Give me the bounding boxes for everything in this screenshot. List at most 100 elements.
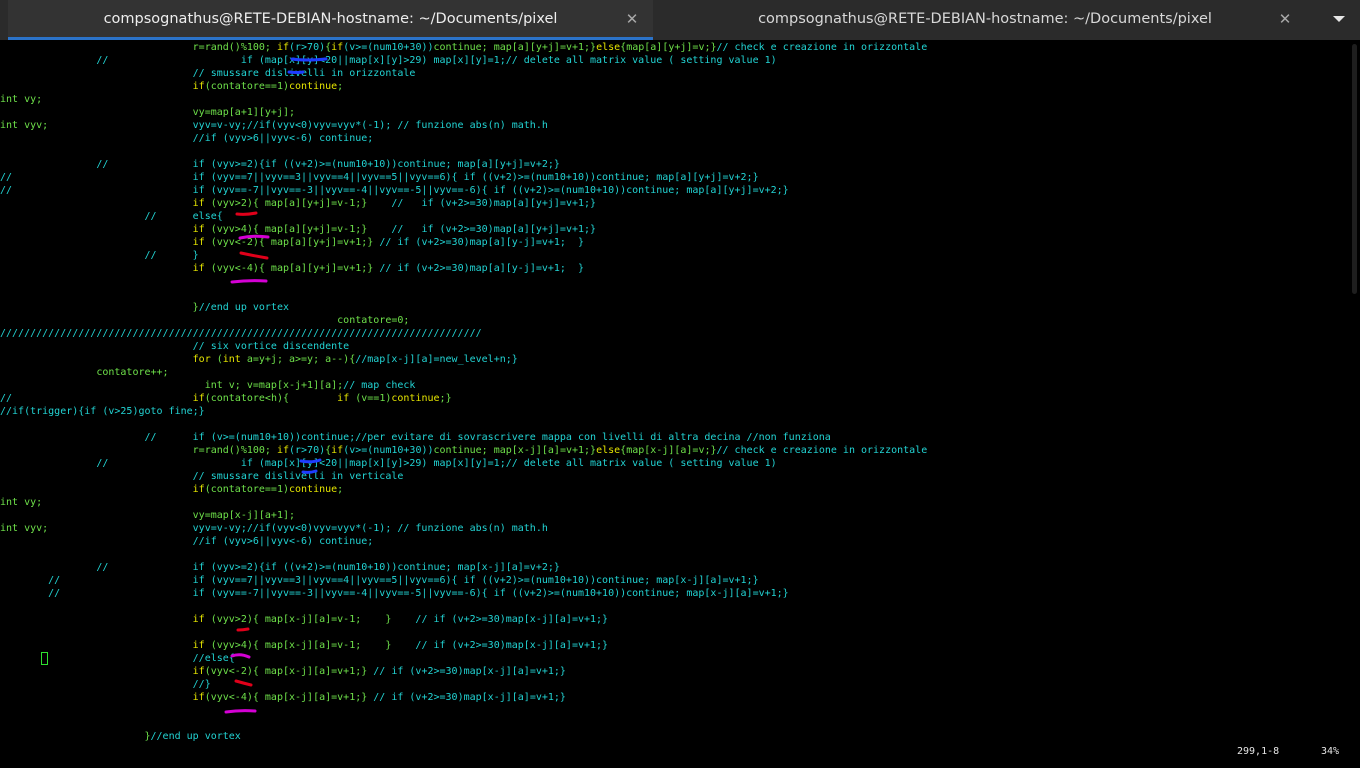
- close-icon[interactable]: ✕: [624, 0, 640, 38]
- code-line: // smussare dislivelli in verticale: [0, 470, 927, 483]
- code-token: // }: [0, 250, 199, 261]
- tab-terminal-2[interactable]: compsognathus@RETE-DEBIAN-hostname: ~/Do…: [655, 0, 1315, 40]
- code-token: // if (v+2>=30)map[x-j][a]=v+1;}: [415, 640, 609, 651]
- code-token: }: [0, 731, 151, 742]
- code-token: (v>=(num10+30)): [343, 42, 434, 53]
- code-line: if(contatore==1)continue;: [0, 483, 927, 496]
- code-line: if (vyv>4){ map[x-j][a]=v-1; } // if (v+…: [0, 639, 927, 652]
- code-token: // smussare dislivelli in orizzontale: [0, 68, 416, 79]
- code-line: // if (v>=(num10+10))continue;//per evit…: [0, 431, 927, 444]
- code-token: if: [192, 640, 205, 651]
- code-token: (contatore==1): [204, 81, 289, 92]
- code-line: if (vyv>2){ map[a][y+j]=v-1;} // if (v+2…: [0, 197, 927, 210]
- code-token: // if (vyv==7||vyv==3||vyv==4||vyv==5||v…: [0, 172, 759, 183]
- code-token: continue: [289, 484, 338, 495]
- code-line: contatore++;: [0, 366, 927, 379]
- code-editor[interactable]: r=rand()%100; if(r>70){if(v>=(num10+30))…: [0, 41, 927, 743]
- code-token: if: [192, 263, 205, 274]
- code-token: // if (v+2>=30)map[a][y-j]=v+1; }: [379, 263, 585, 274]
- code-line: // if (map[x][y]<20||map[x][y]>29) map[x…: [0, 457, 927, 470]
- code-token: //end up vortex: [198, 302, 289, 313]
- tabs-menu-button[interactable]: [1328, 8, 1350, 30]
- code-line: if(vyv<-2){ map[x-j][a]=v+1;} // if (v+2…: [0, 665, 927, 678]
- code-line: // if (map[x][y]<20||map[x][y]>29) map[x…: [0, 54, 927, 67]
- code-token: //}: [0, 679, 211, 690]
- code-token: // map check: [343, 380, 416, 391]
- code-token: //else{: [0, 653, 235, 664]
- code-token: if: [276, 42, 289, 53]
- code-line: if(contatore==1)continue;: [0, 80, 927, 93]
- code-line: //if(trigger){if (v>25)goto fine;}: [0, 405, 927, 418]
- code-token: ;: [337, 484, 344, 495]
- code-token: // if (vyv==-7||vyv==-3||vyv==-4||vyv==-…: [0, 185, 789, 196]
- code-line: // if(contatore<h){ if (v==1)continue;}: [0, 392, 927, 405]
- code-line: if (vyv>2){ map[x-j][a]=v-1; } // if (v+…: [0, 613, 927, 626]
- code-line: //}: [0, 678, 927, 691]
- cursor-position: 299,1-8: [1237, 746, 1280, 757]
- code-token: // if (v+2>=30)map[a][y+j]=v+1;}: [391, 224, 597, 235]
- tab-title: compsognathus@RETE-DEBIAN-hostname: ~/Do…: [103, 11, 558, 27]
- code-line: r=rand()%100; if(r>70){if(v>=(num10+30))…: [0, 41, 928, 54]
- code-token: int vyv;: [0, 120, 193, 131]
- code-line: }//end up vortex: [0, 301, 927, 314]
- code-token: continue: [391, 393, 440, 404]
- code-token: // smussare dislivelli in verticale: [0, 471, 404, 482]
- code-token: contatore++;: [0, 367, 169, 378]
- code-token: r=rand()%100;: [0, 445, 277, 456]
- code-token: (vyv>4){ map[x-j][a]=v-1; }: [204, 640, 416, 651]
- code-token: // check e creazione in orizzontale: [716, 42, 928, 53]
- code-token: if: [192, 484, 205, 495]
- code-token: ////////////////////////////////////////…: [0, 328, 482, 339]
- code-line: contatore=0;: [0, 314, 927, 327]
- code-token: {map[x-j][a]=v;}: [620, 445, 717, 456]
- code-line: int v; v=map[x-j+1][a];// map check: [0, 379, 927, 392]
- code-line: if (vyv>4){ map[a][y+j]=v-1;} // if (v+2…: [0, 223, 927, 236]
- code-token: if: [192, 224, 205, 235]
- code-token: (vyv>2){ map[a][y+j]=v-1;}: [204, 198, 392, 209]
- code-token: (r>70): [289, 445, 326, 456]
- code-token: int vyv;: [0, 523, 193, 534]
- code-token: {map[a][y+j]=v;}: [620, 42, 717, 53]
- code-token: continue: [289, 81, 338, 92]
- code-token: (contatore<h){: [204, 393, 338, 404]
- code-token: if: [192, 393, 205, 404]
- code-token: (r>70): [289, 42, 326, 53]
- code-token: (v==1): [349, 393, 392, 404]
- code-token: if: [192, 666, 205, 677]
- terminal-view[interactable]: r=rand()%100; if(r>70){if(v>=(num10+30))…: [0, 40, 1360, 768]
- code-token: int v; v=map[x-j+1][a];: [0, 380, 344, 391]
- code-line: r=rand()%100; if(r>70){if(v>=(num10+30))…: [0, 444, 928, 457]
- close-icon[interactable]: ✕: [1277, 0, 1293, 38]
- code-line: // else{: [0, 210, 927, 223]
- code-token: // if (v+2>=30)map[x-j][a]=v+1;}: [373, 692, 566, 703]
- code-line: int vy;: [0, 496, 927, 509]
- code-token: vyv=v-vy;//if(vyv<0)vyv=vyv*(-1); // fun…: [192, 523, 548, 534]
- code-line: int vyv; vyv=v-vy;//if(vyv<0)vyv=vyv*(-1…: [0, 522, 927, 535]
- code-line: //else{: [0, 652, 927, 665]
- code-token: ;: [337, 81, 344, 92]
- code-token: if: [331, 445, 344, 456]
- scroll-percent: 34%: [1321, 746, 1340, 757]
- code-line: vy=map[x-j][a+1];: [0, 509, 927, 522]
- code-token: vyv=v-vy;//if(vyv<0)vyv=vyv*(-1); // fun…: [192, 120, 548, 131]
- code-token: //map[x-j][a]=new_level+n;}: [355, 354, 518, 365]
- tab-terminal-1[interactable]: compsognathus@RETE-DEBIAN-hostname: ~/Do…: [8, 0, 653, 40]
- code-token: for: [192, 354, 211, 365]
- code-token: // if (map[x][y]<20||map[x][y]>29) map[x…: [0, 55, 777, 66]
- code-token: else: [596, 445, 621, 456]
- code-token: vy=map[a+1][y+j];: [0, 107, 296, 118]
- code-line: // if (vyv>=2){if ((v+2)>=(num10+10))con…: [0, 561, 927, 574]
- code-line: // if (vyv==7||vyv==3||vyv==4||vyv==5||v…: [0, 171, 927, 184]
- code-token: // if (v>=(num10+10))continue;//per evit…: [0, 432, 831, 443]
- code-token: if: [192, 81, 205, 92]
- scrollbar-thumb[interactable]: [1352, 44, 1357, 294]
- code-token: vy=map[x-j][a+1];: [0, 510, 296, 521]
